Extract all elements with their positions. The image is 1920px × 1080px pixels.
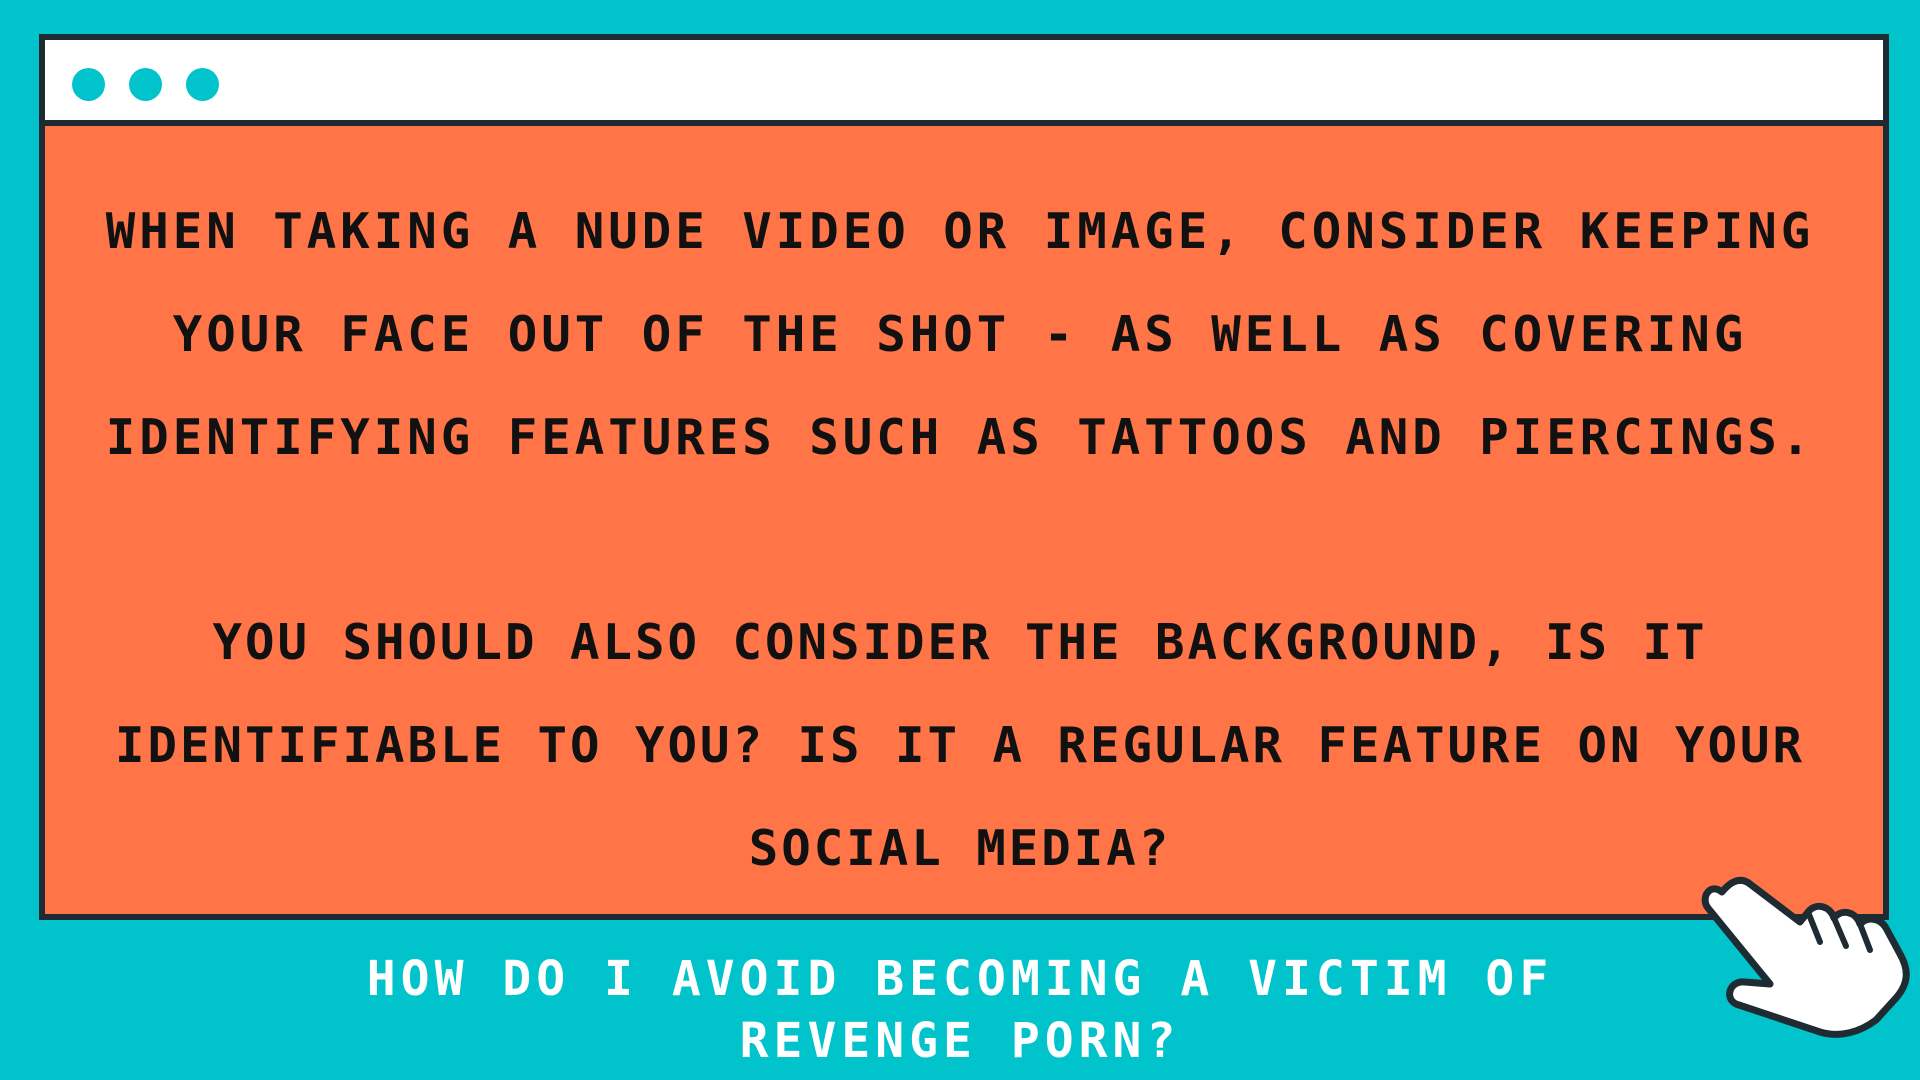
caption-line-2: REVENGE PORN?: [739, 1013, 1181, 1069]
advice-paragraph-1: WHEN TAKING A NUDE VIDEO OR IMAGE, CONSI…: [105, 203, 1815, 466]
caption-line-1: HOW DO I AVOID BECOMING A VICTIM OF: [366, 951, 1554, 1007]
pointing-hand-cursor-icon: [1701, 876, 1910, 1038]
caption: HOW DO I AVOID BECOMING A VICTIM OF REVE…: [0, 948, 1920, 1072]
window-dot-icon[interactable]: [129, 68, 162, 101]
window-dot-icon[interactable]: [186, 68, 219, 101]
advice-paragraph-2: YOU SHOULD ALSO CONSIDER THE BACKGROUND,…: [114, 614, 1806, 877]
window-dot-icon[interactable]: [72, 68, 105, 101]
window-titlebar: [45, 40, 1883, 126]
